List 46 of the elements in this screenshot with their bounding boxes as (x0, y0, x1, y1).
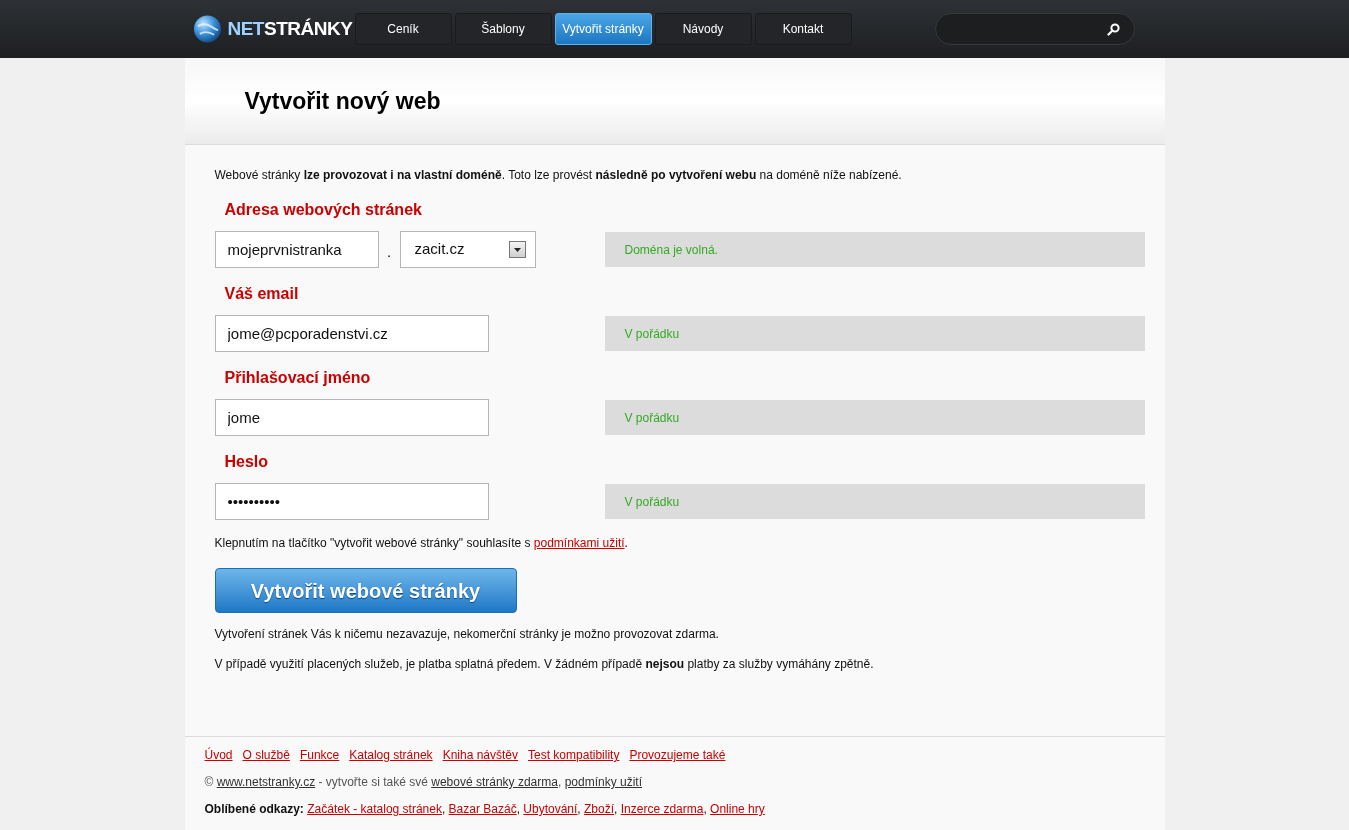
page-title: Vytvořit nový web (244, 86, 441, 116)
status-message: Doména je volná. (604, 232, 1145, 267)
footer-link[interactable]: Test kompatibility (528, 746, 620, 764)
note-text: Vytvoření stránek Vás k ničemu nezavazuje, nekomerční stránky je možno provozovat zdarma. (214, 626, 720, 643)
footer-link[interactable]: O službě (242, 746, 290, 764)
terms-link[interactable]: podmínky užití (564, 775, 642, 789)
status-message: V pořádku (604, 316, 1145, 351)
intro-text: Webové stránky lze provozovat i na vlastní doméně. Toto lze provést následně po vytvoření webu na doméně níže nabízené. (214, 167, 903, 184)
footer-link[interactable]: Katalog stránek (349, 746, 433, 764)
field-label: Váš email (223, 284, 300, 304)
favorite-links-text: Oblíbené odkazy: Začátek - katalog stránek, Bazar Bazáč, Ubytování, Zboží, Inzerce zdarma, Online hry (204, 801, 766, 818)
free-websites-link[interactable]: webové stránky zdarma (431, 775, 558, 789)
favorite-link[interactable]: Zboží (584, 802, 615, 816)
subdomain-field[interactable]: mojeprvnistranka (214, 231, 379, 268)
globe-logo-icon (192, 14, 222, 44)
site-logo[interactable]: NETSTRÁNKY (227, 14, 353, 44)
favorite-link[interactable]: Online hry (710, 802, 765, 816)
favorite-link[interactable]: Začátek - katalog stránek (307, 802, 442, 816)
nav-tab[interactable]: Ceník (354, 13, 452, 45)
create-website-button[interactable]: Vytvořit webové stránky (214, 568, 517, 613)
footer-link[interactable]: Úvod (204, 746, 233, 764)
footer-link[interactable]: Funkce (299, 746, 340, 764)
nav-tab[interactable]: Návody (654, 13, 752, 45)
copyright-text: © www.netstranky.cz - vytvořte si také své webové stránky zdarma, podmínky užití (204, 774, 643, 791)
footer-link[interactable]: Provozujeme také (629, 746, 726, 764)
nav-tab[interactable]: Kontakt (754, 13, 852, 45)
field-label: Heslo (223, 452, 270, 472)
text-field[interactable]: jome@pcporadenstvi.cz (214, 315, 489, 352)
status-message: V pořádku (604, 400, 1145, 435)
favorite-link[interactable]: Bazar Bazáč (448, 802, 517, 816)
text-field[interactable]: •••••••••• (214, 483, 489, 520)
field-label: Adresa webových stránek (223, 200, 423, 220)
footer-link[interactable]: Kniha návštěv (442, 746, 518, 764)
search-field[interactable] (934, 13, 1135, 45)
agreement-text: Klepnutím na tlačítko "vytvořit webové stránky" souhlasíte s podmínkami užití. (214, 535, 629, 552)
nav-tab[interactable]: Vytvořit stránky (554, 13, 652, 45)
note-text: V případě využití placených služeb, je platba splatná předem. V žádném případě nejsou platby za služby vymáhány zpětně. (214, 656, 875, 673)
dot-separator: . (385, 242, 393, 263)
text-field[interactable]: jome (214, 399, 489, 436)
nav-tab[interactable]: Šablony (454, 13, 552, 45)
terms-link[interactable]: podmínkami užití (533, 536, 625, 550)
status-message: V pořádku (604, 484, 1145, 519)
site-link[interactable]: www.netstranky.cz (216, 775, 316, 789)
field-label: Přihlašovací jméno (223, 368, 372, 388)
domain-dropdown[interactable]: zacit.cz (399, 231, 536, 268)
search-icon (1106, 22, 1120, 36)
